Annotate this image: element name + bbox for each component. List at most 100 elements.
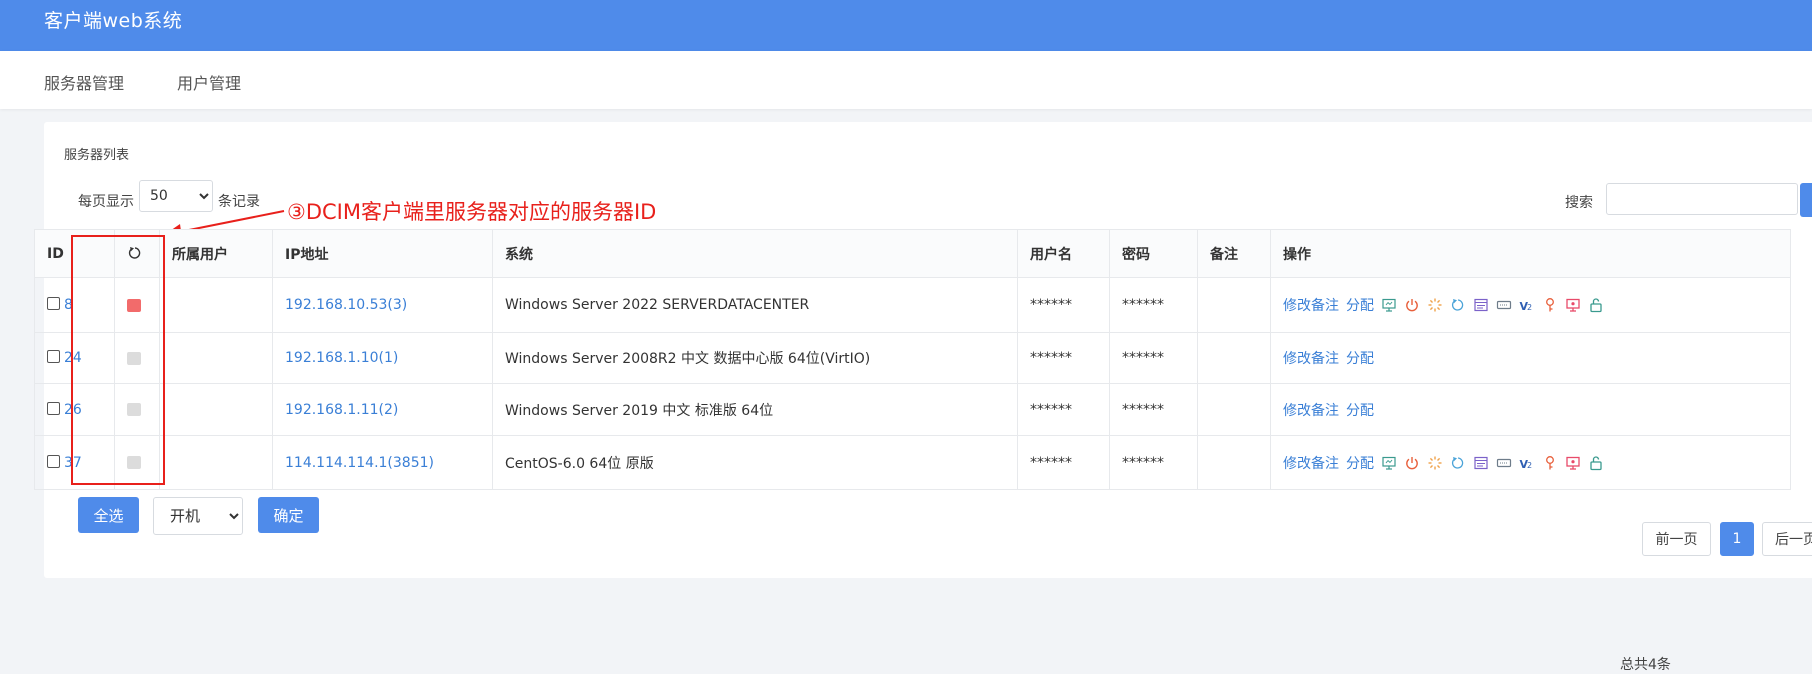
status-indicator <box>127 351 141 365</box>
loading-icon[interactable] <box>1427 455 1443 471</box>
power-icon[interactable] <box>1404 455 1420 471</box>
edit-note-link[interactable]: 修改备注 <box>1283 403 1339 419</box>
column-header-actions: 操作 <box>1270 229 1791 278</box>
column-header-os: 系统 <box>492 229 1018 278</box>
column-header-owner: 所属用户 <box>159 229 273 278</box>
password-cell: ****** <box>1109 332 1198 384</box>
actions-cell: 修改备注 分配 V 2 <box>1270 435 1791 490</box>
username-cell: ****** <box>1017 435 1110 490</box>
username-cell: ****** <box>1017 277 1110 333</box>
page-number-button[interactable]: 1 <box>1720 522 1754 556</box>
row-checkbox[interactable] <box>47 401 60 415</box>
screen-icon[interactable] <box>1565 455 1581 471</box>
main-nav: 服务器管理 用户管理 <box>0 51 1812 109</box>
table-row: 26 192.168.1.11(2) Windows Server 2019 中文 … <box>34 383 1791 436</box>
ip-cell: 192.168.1.11(2) <box>272 383 493 436</box>
status-indicator <box>127 403 141 416</box>
search-input[interactable] <box>1606 183 1798 215</box>
console-icon[interactable] <box>1473 297 1489 313</box>
hdd-icon[interactable] <box>1496 455 1512 471</box>
total-count: 总共4条 <box>1620 657 1671 673</box>
owner-cell <box>159 332 273 384</box>
actions-cell: 修改备注 分配 <box>1270 383 1791 436</box>
actions-cell: 修改备注 分配 <box>1270 332 1791 384</box>
batch-action-select[interactable]: 开机 <box>153 497 243 535</box>
edit-note-link[interactable]: 修改备注 <box>1283 298 1339 314</box>
edit-note-link[interactable]: 修改备注 <box>1283 456 1339 472</box>
column-header-password: 密码 <box>1109 229 1198 278</box>
loading-icon[interactable] <box>1427 297 1443 313</box>
table-row: 8 192.168.10.53(3) Windows Server 2022 SER… <box>34 277 1791 333</box>
unlock-icon[interactable] <box>1588 455 1604 471</box>
unlock-icon[interactable] <box>1588 297 1604 313</box>
column-header-id[interactable]: ID <box>34 229 115 278</box>
key-icon[interactable] <box>1542 297 1558 313</box>
monitor-icon[interactable] <box>1381 455 1397 471</box>
page-size-select[interactable]: 50 <box>139 180 213 212</box>
monitor-icon[interactable] <box>1381 297 1397 313</box>
id-cell[interactable]: 37 <box>34 435 115 490</box>
nav-item-server-management[interactable]: 服务器管理 <box>44 70 124 94</box>
vnc-icon[interactable]: V2 <box>1519 455 1535 471</box>
column-header-note: 备注 <box>1197 229 1271 278</box>
search-button[interactable] <box>1800 183 1812 217</box>
server-id-link[interactable]: 37 <box>64 455 82 471</box>
server-table: ID 所属用户 IP地址 系统 用户名 密码 备注 操作 8 192.168.10… <box>34 229 1791 490</box>
console-icon[interactable] <box>1473 455 1489 471</box>
app-title: 客户端web系统 <box>44 10 183 32</box>
status-cell <box>114 277 160 333</box>
status-cell <box>114 332 160 384</box>
username-cell: ****** <box>1017 383 1110 436</box>
restart-icon[interactable] <box>1450 455 1466 471</box>
assign-link[interactable]: 分配 <box>1346 403 1374 419</box>
os-cell: Windows Server 2019 中文 标准版 64位 <box>492 383 1018 436</box>
hdd-icon[interactable] <box>1496 297 1512 313</box>
ip-link[interactable]: 114.114.114.1(3851) <box>285 455 434 471</box>
app-header: 客户端web系统 <box>0 0 1812 51</box>
prev-page-button[interactable]: 前一页 <box>1642 522 1711 556</box>
assign-link[interactable]: 分配 <box>1346 351 1374 367</box>
ip-cell: 114.114.114.1(3851) <box>272 435 493 490</box>
next-page-button[interactable]: 后一页 <box>1762 522 1812 556</box>
password-cell: ****** <box>1109 277 1198 333</box>
column-header-username: 用户名 <box>1017 229 1110 278</box>
key-icon[interactable] <box>1542 455 1558 471</box>
power-icon[interactable] <box>1404 297 1420 313</box>
search-label: 搜索 <box>1565 195 1593 211</box>
assign-link[interactable]: 分配 <box>1346 298 1374 314</box>
password-cell: ****** <box>1109 435 1198 490</box>
row-checkbox[interactable] <box>47 454 60 468</box>
vnc-icon[interactable]: V2 <box>1519 297 1535 313</box>
screen-icon[interactable] <box>1565 297 1581 313</box>
row-checkbox[interactable] <box>47 297 60 310</box>
id-cell[interactable]: 26 <box>34 383 115 436</box>
confirm-button[interactable]: 确定 <box>258 497 319 533</box>
actions-cell: 修改备注 分配 V 2 <box>1270 277 1791 333</box>
records-label: 条记录 <box>218 194 260 210</box>
column-header-ip: IP地址 <box>272 229 493 278</box>
os-cell: CentOS-6.0 64位 原版 <box>492 435 1018 490</box>
restart-icon[interactable] <box>1450 297 1466 313</box>
ip-link[interactable]: 192.168.1.10(1) <box>285 350 398 366</box>
id-cell[interactable]: 24 <box>34 332 115 384</box>
nav-item-user-management[interactable]: 用户管理 <box>177 70 241 94</box>
edit-note-link[interactable]: 修改备注 <box>1283 351 1339 367</box>
refresh-icon[interactable] <box>127 245 143 261</box>
status-indicator <box>127 298 141 312</box>
server-id-link[interactable]: 26 <box>64 402 82 418</box>
select-all-button[interactable]: 全选 <box>78 497 139 533</box>
assign-link[interactable]: 分配 <box>1346 456 1374 472</box>
owner-cell <box>159 435 273 490</box>
status-indicator <box>127 456 141 469</box>
ip-link[interactable]: 192.168.10.53(3) <box>285 297 407 313</box>
id-cell[interactable]: 8 <box>34 277 115 333</box>
note-cell <box>1197 435 1271 490</box>
row-checkbox[interactable] <box>47 350 60 363</box>
column-header-refresh[interactable] <box>114 229 160 278</box>
svg-text:2: 2 <box>1527 461 1532 470</box>
ip-cell: 192.168.10.53(3) <box>272 277 493 333</box>
server-id-link[interactable]: 8 <box>64 297 73 313</box>
os-cell: Windows Server 2022 SERVERDATACENTER <box>492 277 1018 333</box>
server-id-link[interactable]: 24 <box>64 350 82 366</box>
ip-link[interactable]: 192.168.1.11(2) <box>285 402 398 418</box>
